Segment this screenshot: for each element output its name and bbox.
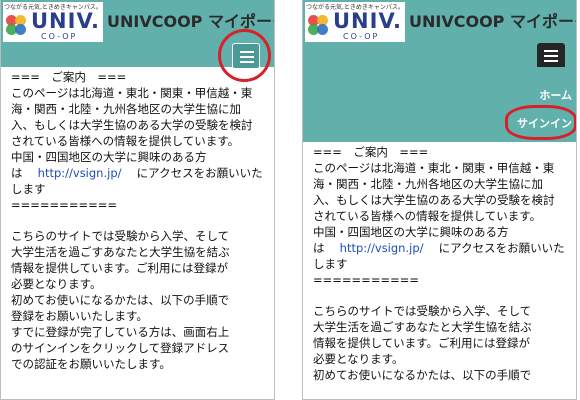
intro-line: 情報を提供しています。ご利用には登録が xyxy=(313,336,531,350)
hamburger-bar xyxy=(544,60,558,62)
vsign-link[interactable]: http://vsign.jp/ xyxy=(340,241,424,255)
intro-line: 初めてお使いになるかたは、以下の手順で xyxy=(313,368,532,382)
url-line: は http://vsign.jp/ にアクセスをお願いいたします xyxy=(313,240,570,272)
screenshot-stage: つながる元気,ときめきキャンパス。 UNIV. CO-OP UNIVCOOP マ… xyxy=(0,0,580,400)
univcoop-logo-icon xyxy=(308,15,330,37)
hamburger-menu-button[interactable] xyxy=(537,43,565,69)
univcoop-logo[interactable]: つながる元気,ときめきキャンパス。 UNIV. CO-OP xyxy=(305,2,405,42)
logo-wordmark: UNIV. xyxy=(31,9,100,33)
vsign-link[interactable]: http://vsign.jp/ xyxy=(38,166,122,180)
logo-subtext: CO-OP xyxy=(41,32,78,41)
site-header: つながる元気,ときめきキャンパス。 UNIV. CO-OP UNIVCOOP マ… xyxy=(303,0,576,69)
intro-line: での認証をお願いいたします。 xyxy=(11,357,171,371)
notice-line: 入、もしくは大学生協のある大学の受験を検討 xyxy=(11,118,253,132)
intro-line: のサインインをクリックして登録アドレス xyxy=(11,341,230,355)
notice-line: されている皆様への情報を提供しています。 xyxy=(11,134,240,148)
intro-line: こちらのサイトでは受験から入学、そして xyxy=(313,304,532,318)
intro-line: 登録をお願いいたします。 xyxy=(11,309,148,323)
hamburger-bar xyxy=(544,55,558,57)
notice-line: 海・関西・北陸・九州各地区の大学生協に加 xyxy=(11,102,241,116)
notice-line: このページは北海道・東北・関東・甲信越・東 xyxy=(11,86,253,100)
notice-divider: =========== xyxy=(313,273,419,287)
notice-divider: =========== xyxy=(11,198,117,212)
intro-line: すでに登録が完了している方は、画面右上 xyxy=(11,325,230,339)
intro-line: 必要となります。 xyxy=(11,277,102,291)
site-title: UNIVCOOP マイポータル xyxy=(107,12,274,31)
url-line: は http://vsign.jp/ にアクセスをお願いいたします xyxy=(11,165,268,197)
logo-wordmark: UNIV. xyxy=(333,9,402,33)
signin-link-highlight-circle xyxy=(505,105,576,140)
intro-line: 情報を提供しています。ご利用には登録が xyxy=(11,261,229,275)
nav-home-link[interactable]: ホーム xyxy=(539,87,572,103)
notice-line: 入、もしくは大学生協のある大学の受験を検討 xyxy=(313,193,555,207)
intro-line: こちらのサイトでは受験から入学、そして xyxy=(11,229,230,243)
url-prefix: は xyxy=(11,166,23,180)
logo-subtext: CO-OP xyxy=(343,32,380,41)
notice-content: === ご案内 === このページは北海道・東北・関東・甲信越・東 海・関西・北… xyxy=(1,67,274,372)
notice-line: このページは北海道・東北・関東・甲信越・東 xyxy=(313,161,555,175)
notice-line: されている皆様への情報を提供しています。 xyxy=(313,209,542,223)
univcoop-logo-icon xyxy=(6,15,28,37)
intro-line: 大学生活を過ごすあなたと大学生協を結ぶ xyxy=(313,320,532,334)
univcoop-logo[interactable]: つながる元気,ときめきキャンパス。 UNIV. CO-OP xyxy=(3,2,103,42)
notice-line: 海・関西・北陸・九州各地区の大学生協に加 xyxy=(313,177,543,191)
notice-line: 中国・四国地区の大学に興味のある方 xyxy=(11,150,207,164)
phone-screen-menu-closed: つながる元気,ときめきキャンパス。 UNIV. CO-OP UNIVCOOP マ… xyxy=(0,0,275,400)
site-title: UNIVCOOP マイポータル xyxy=(409,12,576,31)
menu-button-highlight-circle xyxy=(218,29,271,82)
intro-line: 必要となります。 xyxy=(313,352,404,366)
notice-line: 中国・四国地区の大学に興味のある方 xyxy=(313,225,509,239)
hamburger-menu-icon xyxy=(544,50,558,52)
notice-content: === ご案内 === このページは北海道・東北・関東・甲信越・東 海・関西・北… xyxy=(303,142,576,383)
intro-line: 初めてお使いになるかたは、以下の手順で xyxy=(11,293,230,307)
intro-line: 大学生活を過ごすあなたと大学生協を結ぶ xyxy=(11,245,230,259)
notice-heading: === ご案内 === xyxy=(313,145,429,159)
url-prefix: は xyxy=(313,241,325,255)
phone-screen-menu-open: つながる元気,ときめきキャンパス。 UNIV. CO-OP UNIVCOOP マ… xyxy=(302,0,577,400)
